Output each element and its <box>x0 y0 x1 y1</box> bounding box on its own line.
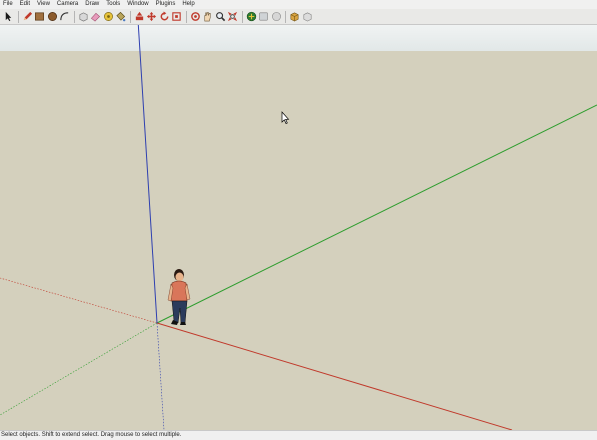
menu-plugins[interactable]: Plugins <box>153 0 180 9</box>
toolbar-separator <box>185 10 187 23</box>
circle-icon[interactable] <box>47 11 58 22</box>
toolbar-separator <box>129 10 131 23</box>
menu-draw[interactable]: Draw <box>82 0 103 9</box>
rectangle-icon[interactable] <box>34 11 45 22</box>
menu-view[interactable]: View <box>34 0 54 9</box>
menu-help[interactable]: Help <box>179 0 198 9</box>
get-models-icon[interactable] <box>246 11 257 22</box>
blue-axis <box>137 25 158 324</box>
menu-tools[interactable]: Tools <box>103 0 124 9</box>
share-component-icon[interactable] <box>271 11 282 22</box>
model-viewport[interactable] <box>0 25 597 430</box>
status-text: Select objects. Shift to extend select. … <box>1 432 182 438</box>
extension-warehouse-icon[interactable] <box>289 11 300 22</box>
toolbar-separator <box>241 10 243 23</box>
negative-green-axis <box>0 322 158 416</box>
pan-icon[interactable] <box>202 11 213 22</box>
move-icon[interactable] <box>146 11 157 22</box>
mouse-cursor-icon <box>281 111 290 124</box>
paint-bucket-icon[interactable] <box>115 11 126 22</box>
menu-edit[interactable]: Edit <box>17 0 34 9</box>
share-model-icon[interactable] <box>258 11 269 22</box>
arc-icon[interactable] <box>59 11 70 22</box>
menu-bar: File Edit View Camera Draw Tools Window … <box>0 0 597 9</box>
zoom-extents-icon[interactable] <box>227 11 238 22</box>
rotate-icon[interactable] <box>159 11 170 22</box>
status-bar: Select objects. Shift to extend select. … <box>0 430 597 440</box>
menu-file[interactable]: File <box>0 0 17 9</box>
axes-layer <box>0 25 597 430</box>
negative-blue-axis <box>156 322 165 430</box>
extension-manager-icon[interactable] <box>302 11 313 22</box>
menu-window[interactable]: Window <box>124 0 152 9</box>
zoom-icon[interactable] <box>215 11 226 22</box>
menu-camera[interactable]: Camera <box>54 0 82 9</box>
red-axis <box>156 322 513 430</box>
offset-icon[interactable] <box>171 11 182 22</box>
make-component-icon[interactable] <box>78 11 89 22</box>
select-icon[interactable] <box>3 11 14 22</box>
negative-red-axis <box>0 277 158 324</box>
eraser-icon[interactable] <box>90 11 101 22</box>
toolbar-separator <box>73 10 75 23</box>
push-pull-icon[interactable] <box>134 11 145 22</box>
toolbar-separator <box>285 10 286 23</box>
toolbar-separator <box>17 10 19 23</box>
person-figure[interactable] <box>167 269 191 325</box>
tape-measure-icon[interactable] <box>103 11 114 22</box>
pencil-icon[interactable] <box>22 11 33 22</box>
orbit-icon[interactable] <box>190 11 201 22</box>
green-axis <box>156 104 597 324</box>
toolbar <box>0 9 597 25</box>
